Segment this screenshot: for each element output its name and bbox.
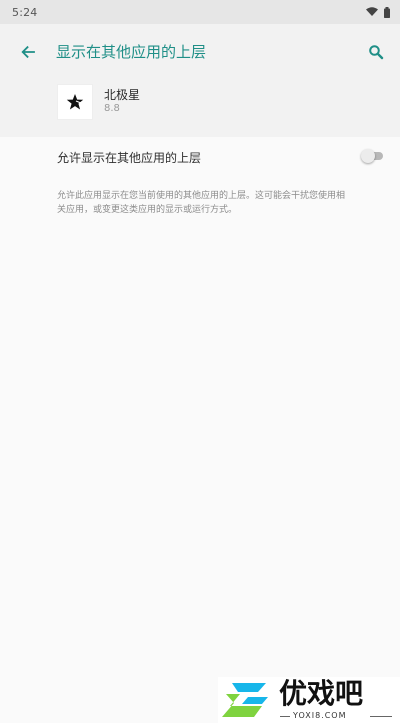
watermark-divider-right bbox=[370, 716, 392, 717]
battery-icon bbox=[384, 6, 390, 18]
app-bar: 显示在其他应用的上层 bbox=[0, 24, 400, 80]
back-arrow-icon bbox=[21, 45, 35, 59]
watermark-logo-icon bbox=[222, 683, 268, 717]
allow-overlay-label: 允许显示在其他应用的上层 bbox=[57, 151, 202, 165]
allow-overlay-switch[interactable] bbox=[361, 149, 383, 163]
app-name: 北极星 bbox=[104, 88, 141, 102]
status-icons bbox=[366, 6, 390, 18]
star-app-icon bbox=[66, 94, 84, 110]
allow-overlay-row[interactable]: 允许显示在其他应用的上层 bbox=[0, 137, 400, 179]
permission-description: 允许此应用显示在您当前使用的其他应用的上层。这可能会干扰您使用相 关应用，或变更… bbox=[57, 191, 346, 215]
back-button[interactable] bbox=[8, 32, 48, 72]
watermark: 优戏吧 YOXI8.COM bbox=[218, 677, 400, 723]
wifi-icon bbox=[366, 7, 378, 16]
search-icon bbox=[369, 45, 384, 60]
watermark-domain: YOXI8.COM bbox=[293, 711, 347, 720]
status-bar: 5:24 bbox=[0, 0, 400, 24]
status-time: 5:24 bbox=[12, 5, 38, 19]
app-icon bbox=[57, 84, 93, 120]
switch-thumb bbox=[361, 149, 375, 163]
watermark-text: 优戏吧 bbox=[279, 677, 364, 710]
search-button[interactable] bbox=[356, 32, 396, 72]
page-title: 显示在其他应用的上层 bbox=[56, 43, 207, 61]
app-version: 8.8 bbox=[104, 103, 120, 114]
app-info-header: 北极星 8.8 bbox=[0, 80, 400, 137]
watermark-divider-left bbox=[280, 716, 290, 717]
